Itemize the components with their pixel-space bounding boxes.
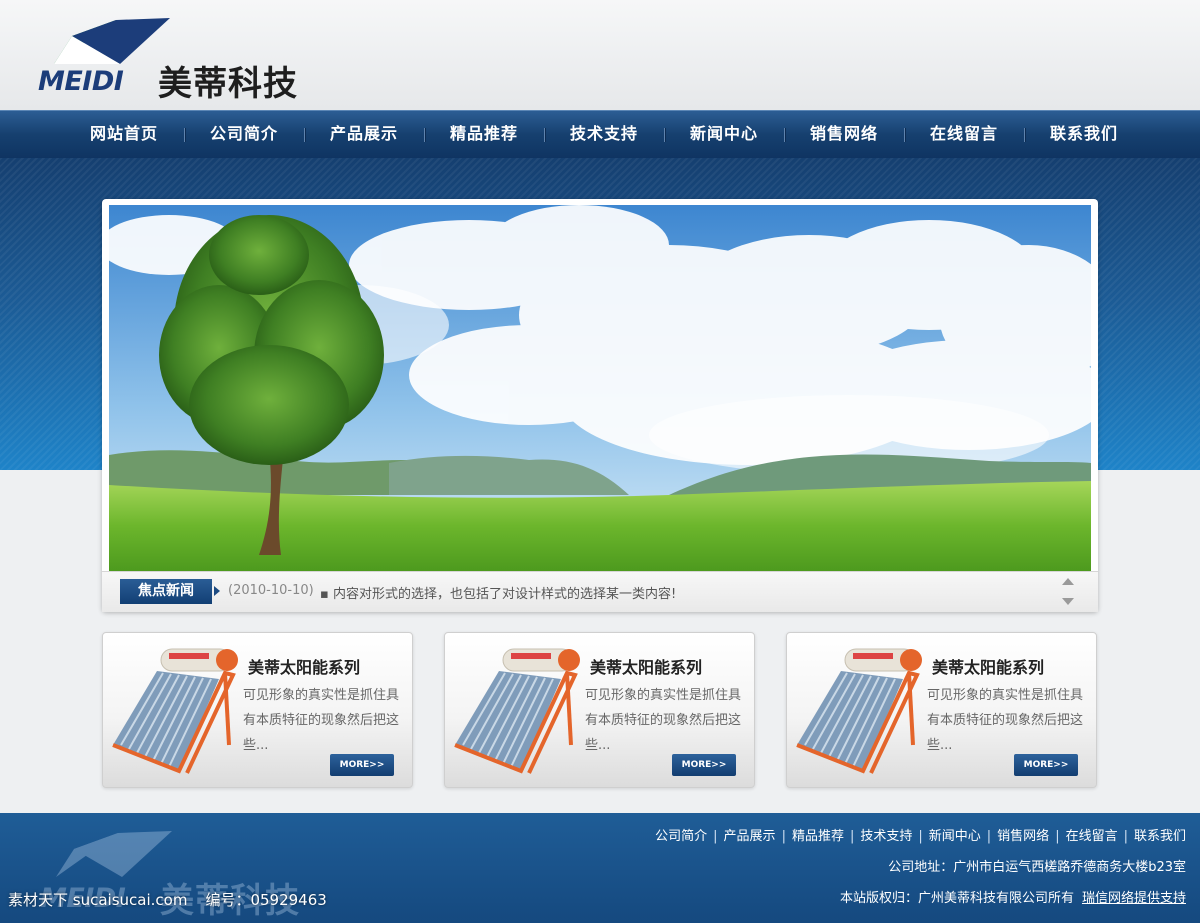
footer-link-separator: | — [781, 829, 786, 844]
brand-logo[interactable]: MEIDI 美蒂科技 — [38, 16, 308, 104]
nav-item-contact[interactable]: 联系我们 — [1024, 111, 1144, 159]
product-card: 美蒂太阳能系列 可见形象的真实性是抓住具有本质特征的现象然后把这些... MOR… — [102, 632, 413, 788]
product-card: 美蒂太阳能系列 可见形象的真实性是抓住具有本质特征的现象然后把这些... MOR… — [786, 632, 1097, 788]
product-description: 可见形象的真实性是抓住具有本质特征的现象然后把这些... — [243, 688, 400, 753]
product-card: 美蒂太阳能系列 可见形象的真实性是抓住具有本质特征的现象然后把这些... MOR… — [444, 632, 755, 788]
ticker-arrow-icon — [214, 586, 220, 596]
footer-link[interactable]: 销售网络 — [997, 829, 1049, 844]
nav-item-sales[interactable]: 销售网络 — [784, 111, 904, 159]
product-title[interactable]: 美蒂太阳能系列 — [590, 654, 702, 678]
nav-link[interactable]: 技术支持 — [570, 124, 638, 143]
main-nav: 网站首页 公司简介 产品展示 精品推荐 技术支持 新闻中心 销售网络 在线留言 … — [0, 110, 1200, 158]
more-button[interactable]: MORE>> — [672, 754, 736, 776]
nav-item-about[interactable]: 公司简介 — [184, 111, 304, 159]
footer-link-separator: | — [986, 829, 992, 844]
footer-logo-mark-icon — [56, 831, 172, 877]
landscape-illustration — [109, 205, 1091, 571]
footer-link[interactable]: 精品推荐 — [792, 829, 844, 844]
nav-item-news[interactable]: 新闻中心 — [664, 111, 784, 159]
nav-link[interactable]: 网站首页 — [90, 124, 158, 143]
footer-link[interactable]: 技术支持 — [860, 829, 912, 844]
logo-cn-text: 美蒂科技 — [158, 64, 298, 104]
more-button[interactable]: MORE>> — [330, 754, 394, 776]
nav-item-home[interactable]: 网站首页 — [64, 111, 184, 159]
hero-banner-image[interactable] — [109, 205, 1091, 571]
footer-copyright: 本站版权归：广州美蒂科技有限公司所有 瑞信网络提供支持 — [840, 887, 1186, 906]
footer-link[interactable]: 新闻中心 — [929, 829, 981, 844]
footer-link[interactable]: 公司简介 — [655, 829, 707, 844]
ticker-date: (2010-10-10) — [228, 583, 314, 598]
site-header: MEIDI 美蒂科技 — [0, 0, 1200, 110]
solar-heater-image[interactable] — [793, 645, 923, 777]
watermark: 素材天下 sucaisucai.com 编号：05929463 — [8, 889, 327, 910]
nav-item-products[interactable]: 产品展示 — [304, 111, 424, 159]
footer-link-separator: | — [849, 829, 855, 844]
watermark-code: 编号：05929463 — [205, 891, 327, 909]
footer-link[interactable]: 联系我们 — [1134, 829, 1186, 844]
nav-link[interactable]: 销售网络 — [810, 124, 878, 143]
ticker-headline[interactable]: ▪ 内容对形式的选择，也包括了对设计样式的选择某一类内容! — [320, 583, 676, 602]
footer-link-separator: | — [1123, 829, 1128, 844]
news-ticker: 焦点新闻 (2010-10-10) ▪ 内容对形式的选择，也包括了对设计样式的选… — [102, 571, 1098, 612]
logo-mark-icon — [54, 18, 170, 64]
footer-link[interactable]: 在线留言 — [1066, 829, 1118, 844]
nav-link[interactable]: 公司简介 — [210, 124, 278, 143]
nav-item-recommend[interactable]: 精品推荐 — [424, 111, 544, 159]
ticker-label: 焦点新闻 — [120, 579, 212, 604]
footer-link-separator: | — [1055, 829, 1060, 844]
footer-links: 公司简介 | 产品展示 | 精品推荐 | 技术支持 | 新闻中心 | 销售网络 | 在线留言 | 联系我们 — [655, 825, 1186, 844]
footer-address: 公司地址：广州市白运气西槎路乔德商务大楼b23室 — [888, 860, 1186, 875]
footer-link[interactable]: 产品展示 — [724, 829, 776, 844]
nav-link[interactable]: 新闻中心 — [690, 124, 758, 143]
footer-link-separator: | — [918, 829, 923, 844]
hero-banner-frame: 焦点新闻 (2010-10-10) ▪ 内容对形式的选择，也包括了对设计样式的选… — [102, 199, 1098, 612]
product-description: 可见形象的真实性是抓住具有本质特征的现象然后把这些... — [585, 688, 742, 753]
copyright-text: 本站版权归：广州美蒂科技有限公司所有 — [839, 891, 1074, 906]
logo-en-text: MEIDI — [38, 66, 124, 97]
nav-link[interactable]: 产品展示 — [330, 124, 398, 143]
product-title[interactable]: 美蒂太阳能系列 — [932, 654, 1044, 678]
nav-item-message[interactable]: 在线留言 — [904, 111, 1024, 159]
solar-heater-image[interactable] — [109, 645, 239, 777]
nav-link[interactable]: 联系我们 — [1050, 124, 1118, 143]
ticker-down-arrow-icon[interactable] — [1062, 598, 1074, 605]
more-button[interactable]: MORE>> — [1014, 754, 1078, 776]
ticker-up-arrow-icon[interactable] — [1062, 578, 1074, 585]
product-description: 可见形象的真实性是抓住具有本质特征的现象然后把这些... — [927, 688, 1084, 753]
solar-heater-image[interactable] — [451, 645, 581, 777]
product-title[interactable]: 美蒂太阳能系列 — [248, 654, 360, 678]
support-link[interactable]: 瑞信网络提供支持 — [1082, 891, 1186, 906]
nav-link[interactable]: 在线留言 — [930, 124, 998, 143]
nav-item-support[interactable]: 技术支持 — [544, 111, 664, 159]
watermark-site: 素材天下 sucaisucai.com — [8, 891, 188, 909]
footer-link-separator: | — [713, 829, 718, 844]
nav-link[interactable]: 精品推荐 — [450, 124, 518, 143]
